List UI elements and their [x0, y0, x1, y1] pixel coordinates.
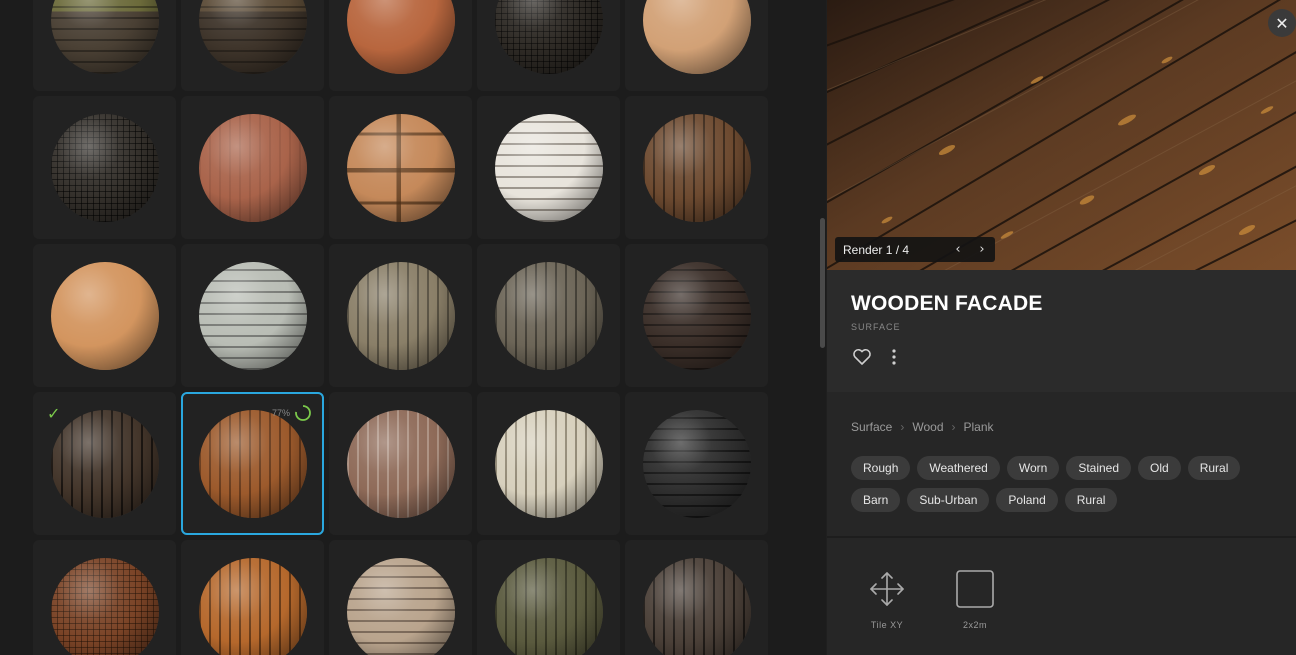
- material-sphere-thumbnail: [198, 557, 307, 655]
- material-tile[interactable]: [33, 244, 176, 387]
- move-arrows-icon: [870, 572, 904, 606]
- render-label: Render 1 / 4: [843, 242, 910, 257]
- material-tile[interactable]: [329, 540, 472, 655]
- material-sphere-thumbnail: [494, 0, 603, 74]
- scrollbar[interactable]: [820, 218, 825, 348]
- material-sphere-thumbnail: [198, 409, 307, 518]
- material-sphere-thumbnail: [494, 261, 603, 370]
- app-root: ✓ 77% ✕ Render 1 / 4 ‹ › WOODEN FACADE S…: [0, 0, 1296, 655]
- material-tile[interactable]: [33, 0, 176, 91]
- material-tile[interactable]: [33, 540, 176, 655]
- material-tile[interactable]: [329, 96, 472, 239]
- material-grid-panel: ✓ 77%: [0, 0, 826, 655]
- material-sphere-thumbnail: [198, 0, 307, 74]
- material-sphere-thumbnail: [346, 113, 455, 222]
- progress-ring-icon: [295, 405, 311, 421]
- breadcrumb-item[interactable]: Wood: [912, 420, 943, 434]
- material-sphere-thumbnail: [50, 113, 159, 222]
- material-sphere-thumbnail: [50, 409, 159, 518]
- material-sphere-thumbnail: [346, 409, 455, 518]
- material-tile[interactable]: [625, 244, 768, 387]
- breadcrumb: Surface › Wood › Plank: [851, 420, 994, 434]
- chevron-right-icon[interactable]: ›: [973, 240, 991, 258]
- material-tile[interactable]: [329, 244, 472, 387]
- tag-chip[interactable]: Sub-Urban: [907, 488, 990, 512]
- material-sphere-thumbnail: [50, 557, 159, 655]
- material-grid: ✓ 77%: [33, 0, 768, 655]
- material-sphere-thumbnail: [50, 261, 159, 370]
- tag-chip[interactable]: Rural: [1064, 488, 1118, 512]
- breadcrumb-item[interactable]: Plank: [964, 420, 994, 434]
- material-tile[interactable]: [181, 540, 324, 655]
- render-pager: Render 1 / 4 ‹ ›: [835, 237, 995, 262]
- chevron-left-icon[interactable]: ‹: [949, 240, 967, 258]
- check-icon: ✓: [47, 404, 61, 423]
- material-tile[interactable]: [625, 0, 768, 91]
- material-sphere-thumbnail: [198, 261, 307, 370]
- material-tile[interactable]: [625, 392, 768, 535]
- close-button[interactable]: ✕: [1268, 9, 1296, 37]
- material-sphere-thumbnail: [642, 113, 751, 222]
- close-icon: ✕: [1275, 13, 1289, 33]
- material-tile[interactable]: ✓: [33, 392, 176, 535]
- tags-section: Surface › Wood › Plank Rough Weathered Worn Sta…: [827, 392, 1296, 538]
- chevron-right-icon: ›: [900, 420, 905, 434]
- maps-section: Tile XY 2x2m: [827, 540, 1296, 655]
- material-sphere-thumbnail: [642, 0, 751, 74]
- download-progress: 77%: [272, 404, 312, 422]
- wood-floor-render: [827, 0, 1296, 270]
- material-sphere-thumbnail: [494, 409, 603, 518]
- progress-text: 77%: [271, 408, 290, 418]
- heart-icon[interactable]: [852, 348, 872, 366]
- more-vertical-icon[interactable]: [886, 348, 902, 366]
- tag-chip[interactable]: Barn: [851, 488, 901, 512]
- material-tile[interactable]: [181, 0, 324, 91]
- map-label: Tile XY: [870, 620, 904, 630]
- tile-xy-option[interactable]: Tile XY: [857, 570, 917, 630]
- material-tile[interactable]: [477, 96, 620, 239]
- material-sphere-thumbnail: [198, 113, 307, 222]
- tag-chip[interactable]: Poland: [996, 488, 1058, 512]
- material-sphere-thumbnail: [346, 557, 455, 655]
- detail-panel: ✕ Render 1 / 4 ‹ › WOODEN FACADE SURFACE…: [827, 0, 1296, 655]
- map-label: 2x2m: [962, 620, 987, 630]
- material-tile[interactable]: [625, 96, 768, 239]
- tag-chip[interactable]: Stained: [1066, 456, 1132, 480]
- material-sphere-thumbnail: [642, 261, 751, 370]
- material-tile[interactable]: [477, 244, 620, 387]
- breadcrumb-item[interactable]: Surface: [851, 420, 892, 434]
- material-tile[interactable]: [181, 96, 324, 239]
- tag-list: Rough Weathered Worn Stained Old Rural Barn Sub…: [851, 456, 1281, 512]
- material-sphere-thumbnail: [50, 0, 159, 74]
- material-sphere-thumbnail: [642, 409, 751, 518]
- chevron-right-icon: ›: [951, 420, 956, 434]
- material-tile[interactable]: [625, 540, 768, 655]
- asset-title: WOODEN FACADE: [851, 292, 1043, 315]
- square-icon: [956, 570, 994, 608]
- render-preview: ✕ Render 1 / 4 ‹ ›: [827, 0, 1296, 270]
- material-sphere-thumbnail: [494, 557, 603, 655]
- material-sphere-thumbnail: [642, 557, 751, 655]
- size-option[interactable]: 2x2m: [945, 570, 1005, 630]
- material-tile[interactable]: [477, 540, 620, 655]
- material-tile[interactable]: [181, 244, 324, 387]
- asset-type: SURFACE: [851, 322, 901, 332]
- material-tile[interactable]: [33, 96, 176, 239]
- material-tile[interactable]: 77%: [181, 392, 324, 535]
- asset-header: WOODEN FACADE SURFACE: [827, 270, 1296, 392]
- material-sphere-thumbnail: [346, 0, 455, 74]
- tag-chip[interactable]: Rural: [1187, 456, 1241, 480]
- tag-chip[interactable]: Weathered: [917, 456, 1000, 480]
- material-tile[interactable]: [329, 392, 472, 535]
- tag-chip[interactable]: Old: [1138, 456, 1181, 480]
- material-tile[interactable]: [329, 0, 472, 91]
- material-tile[interactable]: [477, 392, 620, 535]
- tag-chip[interactable]: Rough: [851, 456, 911, 480]
- tag-chip[interactable]: Worn: [1006, 456, 1060, 480]
- material-tile[interactable]: [477, 0, 620, 91]
- material-sphere-thumbnail: [346, 261, 455, 370]
- material-sphere-thumbnail: [494, 113, 603, 222]
